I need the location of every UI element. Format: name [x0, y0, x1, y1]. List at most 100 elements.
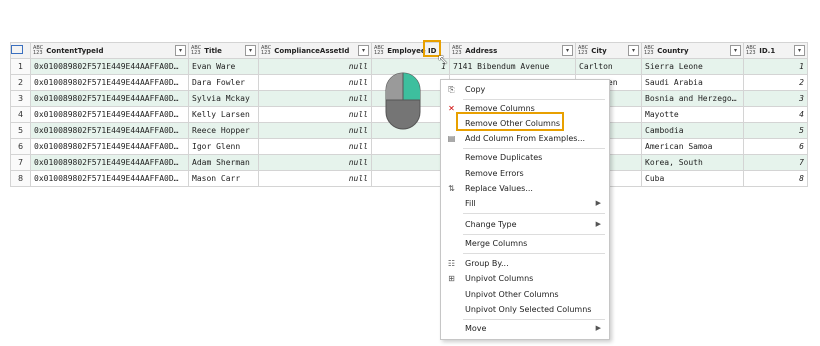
menu-item-copy[interactable]: ⎘ Copy	[441, 82, 609, 97]
submenu-arrow-icon: ▶	[595, 220, 601, 228]
menu-item-unpivot-only-selected-columns[interactable]: Unpivot Only Selected Columns	[441, 302, 609, 317]
cell-id1[interactable]: 6	[743, 138, 808, 155]
cell-employee-id[interactable]	[371, 170, 450, 187]
row-number[interactable]: 4	[10, 106, 31, 123]
type-any-icon: ABC 123	[746, 44, 757, 56]
cell-city[interactable]: Carlton	[575, 58, 642, 75]
menu-item-add-column-from-examples[interactable]: ▤ Add Column From Examples...	[441, 131, 609, 146]
filter-dropdown-button[interactable]: ▾	[794, 45, 805, 56]
cell-country[interactable]: Korea, South	[641, 154, 744, 171]
cell-country[interactable]: Cambodia	[641, 122, 744, 139]
cell-title[interactable]: Adam Sherman	[188, 154, 259, 171]
cell-id1[interactable]: 4	[743, 106, 808, 123]
column-header-id1[interactable]: ABC 123 ID.1 ▾	[743, 42, 808, 59]
cell-country[interactable]: American Samoa	[641, 138, 744, 155]
filter-dropdown-button[interactable]: ▾	[245, 45, 256, 56]
cell-contenttypeid[interactable]: 0x010089802F571E449E44AAFFA0D…	[30, 170, 189, 187]
cell-id1[interactable]: 3	[743, 90, 808, 107]
cell-title[interactable]: Igor Glenn	[188, 138, 259, 155]
table-menu-button[interactable]	[10, 42, 31, 59]
cell-title[interactable]: Mason Carr	[188, 170, 259, 187]
menu-item-remove-errors[interactable]: Remove Errors	[441, 166, 609, 181]
type-any-icon: ABC 123	[33, 44, 44, 56]
filter-dropdown-button[interactable]: ▾	[358, 45, 369, 56]
column-header-contenttypeid[interactable]: ABC 123 ContentTypeId ▾	[30, 42, 189, 59]
filter-dropdown-button[interactable]: ▾	[175, 45, 186, 56]
replace-values-icon: ⇅	[448, 184, 455, 193]
cell-contenttypeid[interactable]: 0x010089802F571E449E44AAFFA0D…	[30, 154, 189, 171]
submenu-arrow-icon: ▶	[595, 324, 601, 332]
row-number[interactable]: 3	[10, 90, 31, 107]
row-number[interactable]: 6	[10, 138, 31, 155]
type-any-icon: ABC 123	[191, 44, 202, 56]
table-row[interactable]: 7 0x010089802F571E449E44AAFFA0D… Adam Sher…	[10, 154, 808, 171]
column-header-country[interactable]: ABC 123 Country ▾	[641, 42, 744, 59]
cell-title[interactable]: Reece Hopper	[188, 122, 259, 139]
cell-title[interactable]: Dara Fowler	[188, 74, 259, 91]
menu-item-unpivot-other-columns[interactable]: Unpivot Other Columns	[441, 287, 609, 302]
cell-contenttypeid[interactable]: 0x010089802F571E449E44AAFFA0D…	[30, 106, 189, 123]
cell-complianceassetid[interactable]: null	[258, 74, 372, 91]
filter-dropdown-button[interactable]: ▾	[628, 45, 639, 56]
cell-contenttypeid[interactable]: 0x010089802F571E449E44AAFFA0D…	[30, 90, 189, 107]
column-header-title[interactable]: ABC 123 Title ▾	[188, 42, 259, 59]
unpivot-icon: ⊞	[448, 274, 455, 283]
cell-title[interactable]: Evan Ware	[188, 58, 259, 75]
row-number[interactable]: 5	[10, 122, 31, 139]
mouse-illustration-icon	[385, 72, 421, 130]
table-row[interactable]: 6 0x010089802F571E449E44AAFFA0D… Igor Glen…	[10, 138, 808, 155]
cell-complianceassetid[interactable]: null	[258, 122, 372, 139]
menu-item-change-type[interactable]: Change Type ▶	[441, 217, 609, 232]
cell-country[interactable]: Mayotte	[641, 106, 744, 123]
type-any-icon: ABC 123	[374, 44, 385, 56]
cell-employee-id[interactable]	[371, 138, 450, 155]
menu-item-remove-duplicates[interactable]: Remove Duplicates	[441, 150, 609, 165]
cell-contenttypeid[interactable]: 0x010089802F571E449E44AAFFA0D…	[30, 74, 189, 91]
copy-icon: ⎘	[448, 85, 455, 94]
cell-address[interactable]: 7141 Bibendum Avenue	[449, 58, 576, 75]
cell-country[interactable]: Bosnia and Herzego…	[641, 90, 744, 107]
table-icon	[11, 45, 23, 54]
cell-contenttypeid[interactable]: 0x010089802F571E449E44AAFFA0D…	[30, 58, 189, 75]
cell-country[interactable]: Cuba	[641, 170, 744, 187]
cell-id1[interactable]: 1	[743, 58, 808, 75]
table-row[interactable]: 8 0x010089802F571E449E44AAFFA0D… Mason Car…	[10, 170, 808, 187]
menu-item-replace-values[interactable]: ⇅ Replace Values...	[441, 181, 609, 196]
cell-id1[interactable]: 7	[743, 154, 808, 171]
remove-other-columns-highlight	[456, 112, 564, 131]
cell-complianceassetid[interactable]: null	[258, 90, 372, 107]
submenu-arrow-icon: ▶	[595, 199, 601, 207]
cell-complianceassetid[interactable]: null	[258, 154, 372, 171]
row-number[interactable]: 1	[10, 58, 31, 75]
column-header-complianceassetid[interactable]: ABC 123 ComplianceAssetId ▾	[258, 42, 372, 59]
group-by-icon: ☷	[447, 259, 456, 268]
cell-country[interactable]: Saudi Arabia	[641, 74, 744, 91]
row-number[interactable]: 8	[10, 170, 31, 187]
cell-title[interactable]: Sylvia Mckay	[188, 90, 259, 107]
add-column-icon: ▤	[447, 134, 456, 143]
menu-item-group-by[interactable]: ☷ Group By...	[441, 256, 609, 271]
cell-id1[interactable]: 5	[743, 122, 808, 139]
menu-item-merge-columns[interactable]: Merge Columns	[441, 236, 609, 251]
cell-complianceassetid[interactable]: null	[258, 58, 372, 75]
column-header-address[interactable]: ABC 123 Address ▾	[449, 42, 576, 59]
type-any-icon: ABC 123	[578, 44, 589, 56]
filter-dropdown-button[interactable]: ▾	[730, 45, 741, 56]
row-number[interactable]: 7	[10, 154, 31, 171]
filter-dropdown-button[interactable]: ▾	[562, 45, 573, 56]
cell-employee-id[interactable]	[371, 154, 450, 171]
cell-country[interactable]: Sierra Leone	[641, 58, 744, 75]
cell-contenttypeid[interactable]: 0x010089802F571E449E44AAFFA0D…	[30, 138, 189, 155]
row-number[interactable]: 2	[10, 74, 31, 91]
cell-id1[interactable]: 2	[743, 74, 808, 91]
column-header-city[interactable]: ABC 123 City ▾	[575, 42, 642, 59]
cell-contenttypeid[interactable]: 0x010089802F571E449E44AAFFA0D…	[30, 122, 189, 139]
cell-title[interactable]: Kelly Larsen	[188, 106, 259, 123]
menu-item-unpivot-columns[interactable]: ⊞ Unpivot Columns	[441, 271, 609, 286]
cell-complianceassetid[interactable]: null	[258, 170, 372, 187]
menu-item-move[interactable]: Move ▶	[441, 321, 609, 336]
cell-complianceassetid[interactable]: null	[258, 106, 372, 123]
cell-id1[interactable]: 8	[743, 170, 808, 187]
cell-complianceassetid[interactable]: null	[258, 138, 372, 155]
menu-item-fill[interactable]: Fill ▶	[441, 196, 609, 211]
